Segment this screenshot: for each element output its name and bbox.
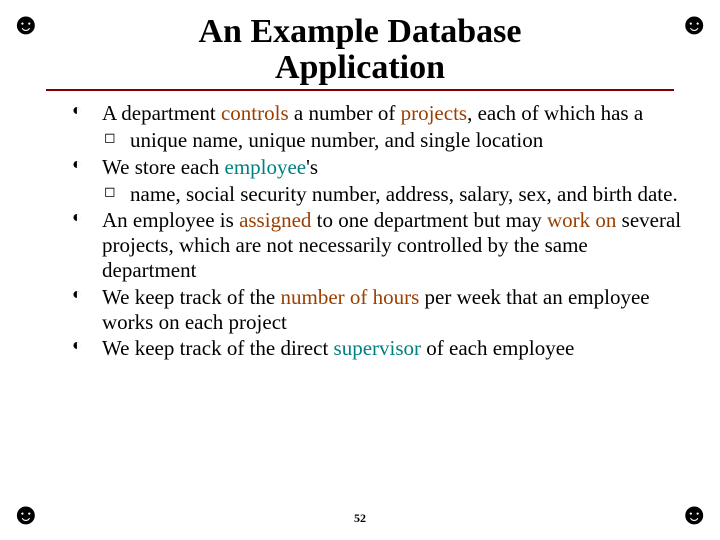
bullet-item: A department controls a number of projec… [68,101,684,153]
bullet-item: An employee is assigned to one departmen… [68,208,684,282]
body: A department controls a number of projec… [68,101,684,361]
sub-bullet-item: name, social security number, address, s… [102,182,684,207]
bullet-item: We keep track of the direct supervisor o… [68,336,684,361]
text: of each employee [421,336,574,360]
highlight: work on [547,208,616,232]
slide: ☻ ☻ ☻ ☻ An Example Database Application … [0,0,720,540]
highlight: controls [221,101,289,125]
text: We store each [102,155,225,179]
bullet-list: A department controls a number of projec… [68,101,684,361]
title-line-1: An Example Database [198,13,521,50]
title-rule [46,89,674,91]
text: A department [102,101,221,125]
slide-title: An Example Database Application [198,14,521,85]
title-block: An Example Database Application [68,14,652,85]
text: We keep track of the direct [102,336,334,360]
title-line-2: Application [275,49,445,86]
highlight: number of hours [280,285,419,309]
highlight: assigned [239,208,311,232]
highlight: supervisor [334,336,422,360]
highlight: projects [401,101,467,125]
text: We keep track of the [102,285,280,309]
page-number: 52 [0,511,720,526]
corner-deco-tl: ☻ [10,8,42,42]
highlight: employee [225,155,307,179]
sub-bullet-list: name, social security number, address, s… [102,182,684,207]
bullet-item: We keep track of the number of hours per… [68,285,684,335]
text: a number of [289,101,401,125]
text: , each of which has a [467,101,643,125]
text: An employee is [102,208,239,232]
text: to one department but may [311,208,547,232]
bullet-item: We store each employee's name, social se… [68,155,684,207]
sub-bullet-item: unique name, unique number, and single l… [102,128,684,153]
corner-deco-tr: ☻ [678,8,710,42]
text: 's [306,155,318,179]
text: name, social security number, address, s… [130,182,678,206]
sub-bullet-list: unique name, unique number, and single l… [102,128,684,153]
text: unique name, unique number, and single l… [130,128,543,152]
